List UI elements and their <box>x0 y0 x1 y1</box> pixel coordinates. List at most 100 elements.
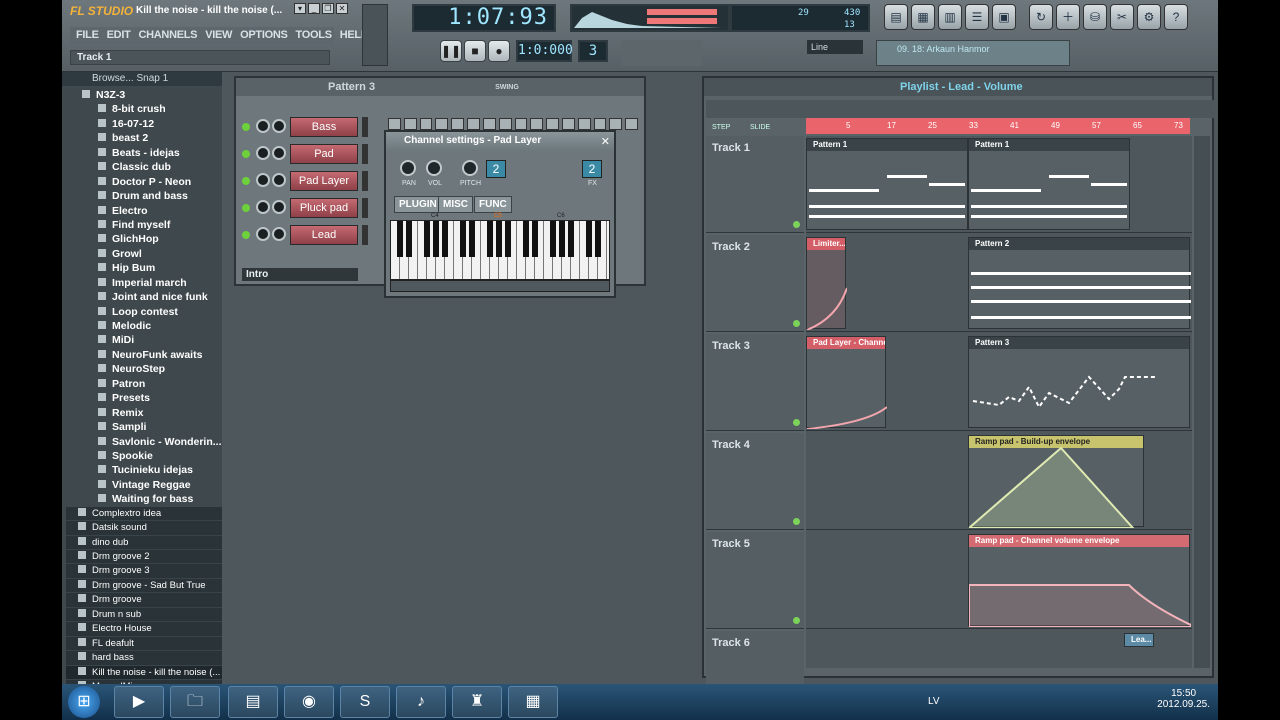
menu-options[interactable]: OPTIONS <box>240 27 288 44</box>
browser-folder[interactable]: MiDi <box>66 333 222 347</box>
track-header[interactable]: Track 3 <box>706 334 804 431</box>
tools-icon[interactable]: ✂ <box>1110 4 1134 30</box>
refresh-icon[interactable]: ↻ <box>1029 4 1053 30</box>
channel-vol-knob[interactable] <box>272 200 286 214</box>
playlist-grid[interactable]: Pattern 1 Pattern 1 Limiter... Pattern 2… <box>806 136 1192 668</box>
clip-pattern-3[interactable]: Pattern 3 <box>968 336 1190 428</box>
channel-pan-knob[interactable] <box>256 146 270 160</box>
track-header[interactable]: Track 2 <box>706 235 804 332</box>
chrome-icon[interactable]: ◉ <box>284 686 334 718</box>
browser-file[interactable]: Drm groove 3 <box>66 564 222 579</box>
piano-roll-icon[interactable]: ▦ <box>911 4 935 30</box>
channel-led[interactable] <box>242 231 250 239</box>
channel-pan-knob[interactable] <box>256 173 270 187</box>
browser-folder[interactable]: N3Z-3 <box>66 88 222 102</box>
browser-folder[interactable]: Melodic <box>66 319 222 333</box>
browser-folder[interactable]: Presets <box>66 391 222 405</box>
track-header[interactable]: Track 1 <box>706 136 804 233</box>
add-icon[interactable]: ＋ <box>1056 4 1080 30</box>
channel-button[interactable]: Pad <box>290 144 358 164</box>
channel-row[interactable]: Pluck pad <box>242 197 382 219</box>
menu-edit[interactable]: EDIT <box>107 27 131 44</box>
dropdown-icon[interactable]: ▾ <box>294 3 306 14</box>
browser-icon[interactable]: ▣ <box>992 4 1016 30</box>
browser-file[interactable]: Drm groove - Sad But True <box>66 578 222 594</box>
channel-led[interactable] <box>242 177 250 185</box>
browser-folder[interactable]: Doctor P - Neon <box>66 175 222 189</box>
channel-row[interactable]: Lead <box>242 224 382 246</box>
master-volume-slider[interactable] <box>362 4 388 66</box>
menu-tools[interactable]: TOOLS <box>296 27 333 44</box>
browser-file[interactable]: Complextro idea <box>66 506 222 522</box>
channel-led[interactable] <box>242 204 250 212</box>
playlist-scrollbar[interactable] <box>1194 136 1210 668</box>
files-icon[interactable]: ▤ <box>228 686 278 718</box>
browser-folder[interactable]: Sampli <box>66 420 222 434</box>
slide-toggle[interactable]: SLIDE <box>750 124 770 131</box>
restore-icon[interactable]: ❐ <box>322 3 334 14</box>
clip-ramp-buildup[interactable]: Ramp pad - Build-up envelope <box>968 435 1144 528</box>
track-mute-led[interactable] <box>793 518 800 525</box>
channel-vol-knob[interactable] <box>272 227 286 241</box>
browser-folder[interactable]: Find myself <box>66 218 222 232</box>
browser-folder[interactable]: Remix <box>66 406 222 420</box>
step-sequencer-icon[interactable]: ▥ <box>938 4 962 30</box>
browser-folder[interactable]: Growl <box>66 247 222 261</box>
browser-folder[interactable]: 16-07-12 <box>66 117 222 131</box>
start-button[interactable]: ⊞ <box>68 686 100 718</box>
browser-file[interactable]: Drum n sub <box>66 607 222 623</box>
channel-pan-knob[interactable] <box>256 119 270 133</box>
clip-pad-layer[interactable]: Pad Layer - Channel... <box>806 336 887 429</box>
browser-folder[interactable]: Electro <box>66 204 222 218</box>
browser-file[interactable]: hard bass <box>66 651 222 666</box>
clip-limiter[interactable]: Limiter... <box>806 237 847 330</box>
channel-button[interactable]: Pluck pad <box>290 198 358 218</box>
channel-row[interactable]: Pad <box>242 143 382 165</box>
stop-button[interactable]: ■ <box>464 40 486 62</box>
menu-view[interactable]: VIEW <box>205 27 232 44</box>
browser-folder[interactable]: Tucinieku idejas <box>66 463 222 477</box>
browser-folder[interactable]: Savlonic - Wonderin... <box>66 435 222 449</box>
channel-button[interactable]: Lead <box>290 225 358 245</box>
browser-folder[interactable]: NeuroFunk awaits <box>66 348 222 362</box>
browser-folder[interactable]: Imperial march <box>66 276 222 290</box>
browser-folder[interactable]: beast 2 <box>66 131 222 145</box>
skype-icon[interactable]: S <box>340 686 390 718</box>
browser-file[interactable]: FL deafult <box>66 636 222 652</box>
position-display[interactable]: 1:0:000 <box>516 40 573 62</box>
step-toggle[interactable]: STEP <box>712 124 730 131</box>
app-icon[interactable]: ♜ <box>452 686 502 718</box>
tempo-field[interactable]: 3 <box>578 40 608 62</box>
wrench-icon[interactable]: ⚙ <box>1137 4 1161 30</box>
browser-folder[interactable]: Vintage Reggae <box>66 478 222 492</box>
browser-file[interactable]: Drm groove <box>66 593 222 608</box>
media-player-icon[interactable]: ▶ <box>114 686 164 718</box>
channel-vol-knob[interactable] <box>272 146 286 160</box>
browser-folder[interactable]: Joint and nice funk <box>66 290 222 304</box>
mixer-icon[interactable]: ☰ <box>965 4 989 30</box>
browser-file[interactable]: Kill the noise - kill the noise (... <box>66 665 222 680</box>
minimize-icon[interactable]: _ <box>308 3 320 14</box>
channel-row[interactable]: Pad Layer <box>242 170 382 192</box>
timeline-ruler[interactable]: 5 17 25 33 41 49 57 65 73 <box>806 118 1190 134</box>
channel-led[interactable] <box>242 150 250 158</box>
pattern-selector[interactable]: Pattern 3 <box>328 81 375 93</box>
volume-knob[interactable] <box>426 160 442 176</box>
channel-button[interactable]: Bass <box>290 117 358 137</box>
close-icon[interactable]: ✕ <box>336 3 348 14</box>
browser-folder[interactable]: Classic dub <box>66 160 222 174</box>
tab-func[interactable]: FUNC <box>474 196 512 213</box>
track-mute-led[interactable] <box>793 617 800 624</box>
browser-folder[interactable]: 8-bit crush <box>66 102 222 116</box>
clip-lead[interactable]: Lea... <box>1124 633 1154 647</box>
song-time-display[interactable]: 1:07:93 <box>412 4 556 32</box>
menu-channels[interactable]: CHANNELS <box>139 27 198 44</box>
browser-file[interactable]: Datsik sound <box>66 521 222 536</box>
channel-button[interactable]: Pad Layer <box>290 171 358 191</box>
browser-folder[interactable]: Drum and bass <box>66 189 222 203</box>
clip-pattern-1b[interactable]: Pattern 1 <box>968 138 1130 230</box>
pitch-knob[interactable] <box>462 160 478 176</box>
pattern-name-field[interactable]: Intro <box>242 268 358 281</box>
browser-file[interactable]: Electro House <box>66 622 222 637</box>
system-clock[interactable]: 15:50 2012.09.25. <box>1157 688 1210 710</box>
